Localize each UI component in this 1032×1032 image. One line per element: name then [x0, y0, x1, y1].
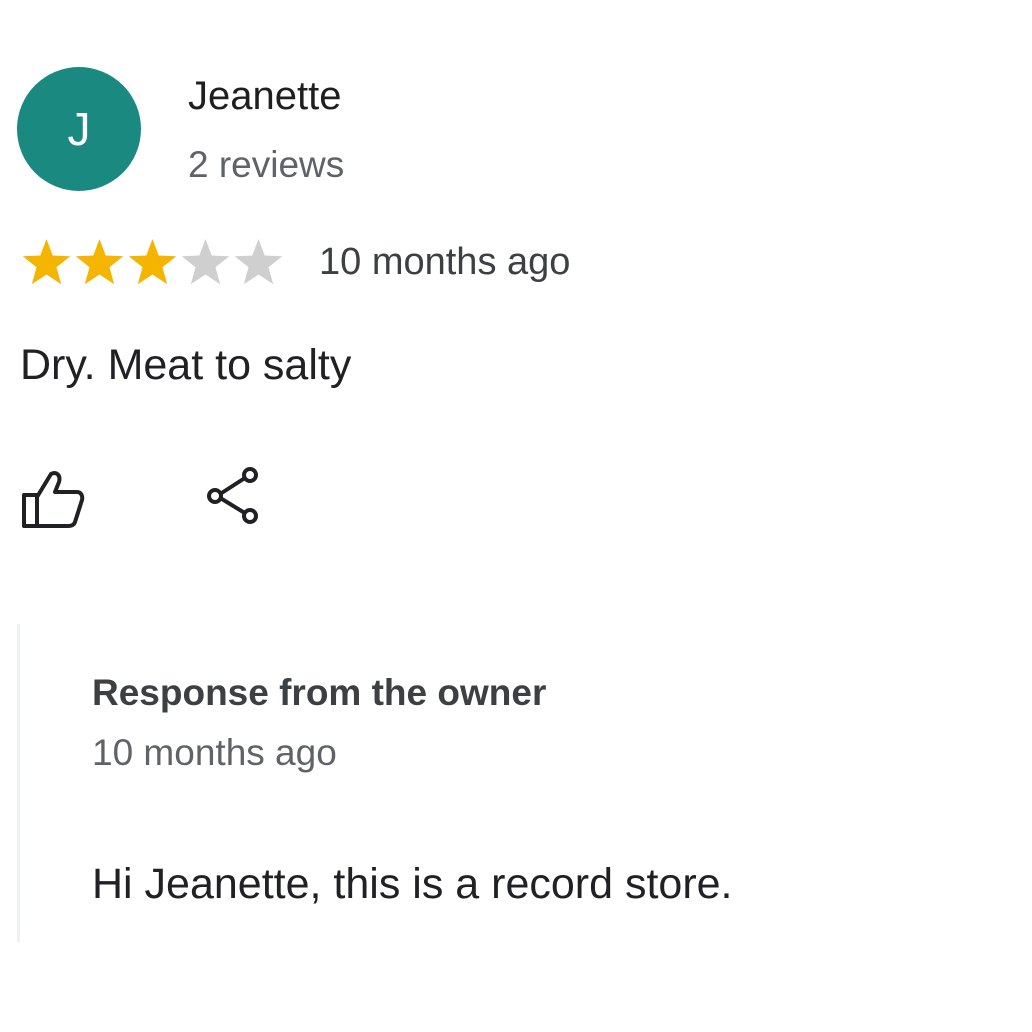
star-empty-icon — [234, 238, 283, 284]
owner-response-date: 10 months ago — [92, 732, 337, 773]
reviewer-avatar[interactable]: J — [17, 67, 141, 191]
reviewer-name[interactable]: Jeanette — [188, 74, 341, 118]
review-actions — [20, 462, 320, 532]
owner-response-title: Response from the owner — [92, 672, 547, 713]
owner-response: Response from the owner 10 months ago Hi… — [17, 624, 1020, 942]
avatar-initial: J — [67, 103, 91, 155]
rating-row: 10 months ago — [20, 234, 570, 290]
share-icon[interactable] — [203, 464, 265, 526]
star-filled-icon — [128, 238, 177, 284]
owner-response-text: Hi Jeanette, this is a record store. — [92, 860, 733, 908]
star-rating — [20, 236, 285, 289]
star-filled-icon — [22, 238, 71, 284]
review-card: J Jeanette 2 reviews 10 months ago Dry. … — [0, 0, 1032, 1032]
star-empty-icon — [181, 238, 230, 284]
review-date: 10 months ago — [319, 240, 571, 283]
thumbs-up-icon[interactable] — [20, 468, 86, 530]
star-filled-icon — [75, 238, 124, 284]
review-text: Dry. Meat to salty — [20, 341, 352, 389]
reviewer-review-count: 2 reviews — [188, 144, 345, 185]
